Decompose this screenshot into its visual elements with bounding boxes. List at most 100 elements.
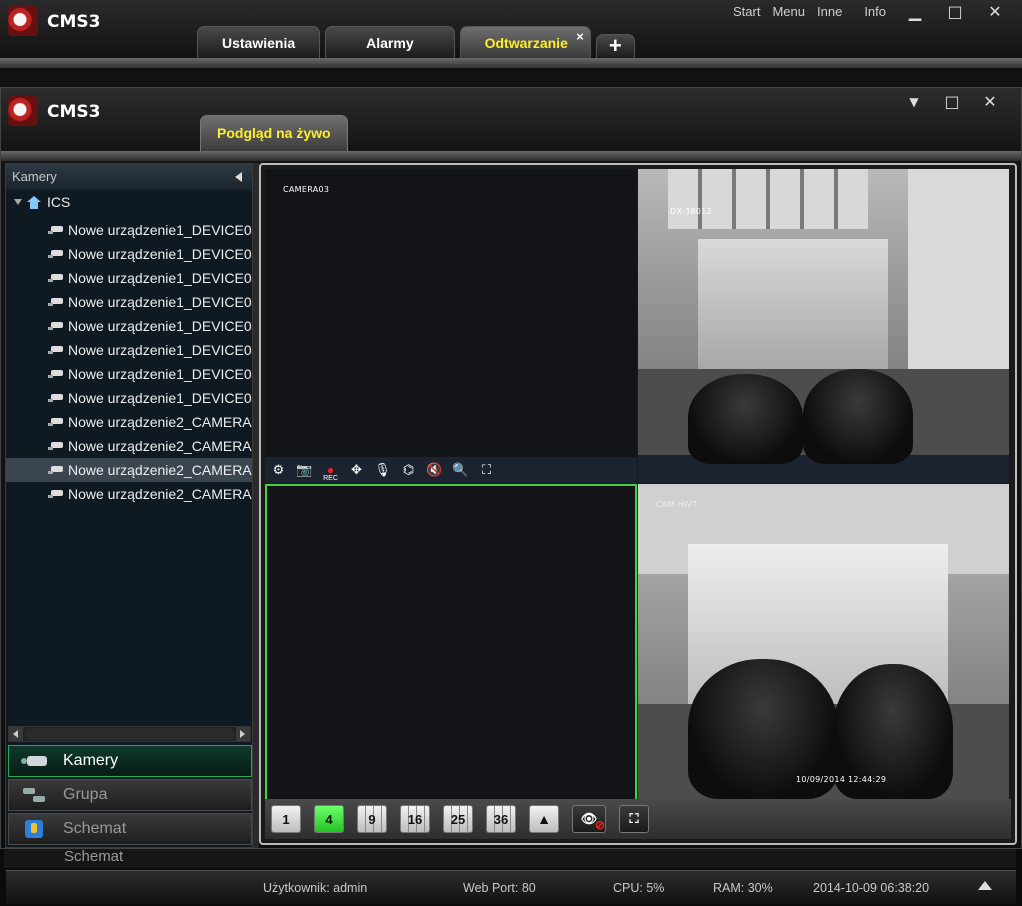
expand-up-icon[interactable]	[978, 881, 992, 890]
preview-window: CMS3 ▼ □ ✕ Podgląd na żywo Kamery ICS No…	[0, 87, 1022, 849]
video-pane-1[interactable]: CAMERA03 ⚙ 📷 ● REC ✥ 🎙 ⌬ 🔇 🔍 ⛶	[265, 169, 637, 483]
close-tab-icon[interactable]: ×	[576, 30, 584, 43]
scroll-left-icon[interactable]	[9, 727, 23, 741]
tree-item-device[interactable]: Nowe urządzenie1_DEVICE08	[6, 386, 252, 410]
fit-screen-icon[interactable]: ⛶	[477, 461, 496, 479]
close-icon[interactable]: ✕	[984, 3, 1006, 21]
zoom-icon[interactable]: 🔍	[451, 461, 470, 479]
tab-alarmy[interactable]: Alarmy	[325, 26, 455, 58]
nav-kamery-label: Kamery	[63, 752, 119, 769]
layout-4-button[interactable]: 4	[314, 805, 344, 833]
status-ram: RAM: 30%	[713, 881, 773, 895]
ptz-icon[interactable]: ✥	[347, 461, 366, 479]
maximize-icon[interactable]: □	[941, 93, 963, 111]
scene-chair	[803, 369, 913, 464]
scene-chair	[688, 374, 803, 464]
camera-icon	[48, 442, 64, 450]
tree-item-label: Nowe urządzenie2_CAMERA02	[68, 438, 252, 454]
tree-item-device[interactable]: Nowe urządzenie1_DEVICE06	[6, 338, 252, 362]
tab-ustawienia[interactable]: Ustawienia	[197, 26, 321, 58]
camera-settings-icon[interactable]: ⌬	[399, 461, 418, 479]
menu-start[interactable]: Start	[733, 4, 760, 19]
dropdown-icon[interactable]: ▼	[903, 93, 925, 111]
nav-schemat[interactable]: Schemat	[8, 813, 252, 845]
close-icon[interactable]: ✕	[979, 93, 1001, 111]
maximize-icon[interactable]: □	[944, 3, 966, 21]
tree-item-device[interactable]: Nowe urządzenie2_CAMERA01	[6, 410, 252, 434]
video-pane-3[interactable]	[265, 484, 637, 801]
menu-inne[interactable]: Inne	[817, 4, 842, 19]
menu-menu[interactable]: Menu	[772, 4, 805, 19]
group-icon	[21, 786, 49, 804]
fullscreen-icon[interactable]: ⛶	[619, 805, 649, 833]
tree-item-label: Nowe urządzenie1_DEVICE02	[68, 246, 252, 262]
camera-icon	[48, 394, 64, 402]
collapse-panel-icon[interactable]	[235, 172, 242, 182]
nav-grupa[interactable]: Grupa	[8, 779, 252, 811]
scene-counter	[698, 239, 888, 369]
top-menu: Start Menu Inne Info	[733, 4, 886, 19]
scroll-thumb[interactable]	[25, 728, 235, 740]
camera-panel: Kamery ICS Nowe urządzenie1_DEVICE01 Nowe…	[5, 163, 253, 848]
close-all-video-icon[interactable]: 👁 ⊘	[572, 805, 606, 833]
tree-item-device[interactable]: Nowe urządzenie1_DEVICE03	[6, 266, 252, 290]
map-icon	[21, 820, 49, 838]
pane-timestamp: 10/09/2014 12:44:29	[796, 775, 887, 784]
stream-icon[interactable]: ⚙	[269, 461, 288, 479]
layout-16-button[interactable]: 16	[400, 805, 430, 833]
tab-odtwarzanie-label: Odtwarzanie	[484, 35, 568, 51]
no-icon: ⊘	[594, 818, 605, 832]
sequence-icon[interactable]: ▲	[529, 805, 559, 833]
menu-info[interactable]: Info	[864, 4, 886, 19]
layout-36-button[interactable]: 36	[486, 805, 516, 833]
status-cpu: CPU: 5%	[613, 881, 665, 895]
camera-icon	[48, 418, 64, 426]
video-grid: CAMERA03 ⚙ 📷 ● REC ✥ 🎙 ⌬ 🔇 🔍 ⛶ DX-38012 …	[259, 163, 1017, 845]
layout-25-button[interactable]: 25	[443, 805, 473, 833]
tree-item-label: Nowe urządzenie1_DEVICE06	[68, 342, 252, 358]
record-icon[interactable]: ● REC	[321, 461, 340, 482]
talk-icon[interactable]: 🎙	[373, 461, 392, 479]
scroll-right-icon[interactable]	[236, 727, 250, 741]
tree-item-label: Nowe urządzenie2_CAMERA01	[68, 414, 252, 430]
main-window-buttons: ▁ □ ✕	[904, 3, 1006, 21]
nav-schemat-label: Schemat	[63, 820, 127, 837]
nav-kamery[interactable]: Kamery	[8, 745, 252, 777]
tree-item-device[interactable]: Nowe urządzenie1_DEVICE02	[6, 242, 252, 266]
tree-item-device[interactable]: Nowe urządzenie1_DEVICE01	[6, 218, 252, 242]
expand-icon[interactable]	[14, 199, 22, 205]
minimize-icon[interactable]: ▁	[904, 3, 926, 21]
nav-schemat-behind: Schemat	[64, 848, 124, 865]
tree-item-device[interactable]: Nowe urządzenie2_CAMERA03	[6, 458, 252, 482]
tree-item-device[interactable]: Nowe urządzenie2_CAMERA04	[6, 482, 252, 506]
panel-header: Kamery	[6, 164, 252, 190]
tree-item-device[interactable]: Nowe urządzenie2_CAMERA02	[6, 434, 252, 458]
camera-icon	[21, 752, 49, 770]
horizontal-scrollbar[interactable]	[8, 726, 251, 742]
video-pane-2[interactable]: DX-38012	[638, 169, 1009, 483]
nav-grupa-label: Grupa	[63, 786, 108, 803]
tree-item-device[interactable]: Nowe urządzenie1_DEVICE05	[6, 314, 252, 338]
snapshot-icon[interactable]: 📷	[295, 461, 314, 479]
layout-1-button[interactable]: 1	[271, 805, 301, 833]
tab-podglad[interactable]: Podgląd na żywo	[200, 115, 348, 151]
panel-header-label: Kamery	[12, 169, 57, 184]
tree-item-label: Nowe urządzenie1_DEVICE04	[68, 294, 252, 310]
tree-item-label: Nowe urządzenie1_DEVICE08	[68, 390, 252, 406]
tree-item-device[interactable]: Nowe urządzenie1_DEVICE04	[6, 290, 252, 314]
layout-toolbar: 1 4 9 16 25 36 ▲ 👁 ⊘ ⛶	[265, 799, 1011, 839]
tree-root[interactable]: ICS	[14, 194, 70, 210]
device-tree: ICS Nowe urządzenie1_DEVICE01 Nowe urządz…	[6, 190, 252, 728]
mute-icon[interactable]: 🔇	[425, 461, 444, 479]
camera-icon	[48, 346, 64, 354]
video-pane-4[interactable]: CAM HIVT 10/09/2014 12:44:29	[638, 484, 1009, 801]
add-tab-button[interactable]: +	[595, 34, 635, 58]
tree-item-device[interactable]: Nowe urządzenie1_DEVICE07	[6, 362, 252, 386]
tab-odtwarzanie[interactable]: Odtwarzanie ×	[459, 26, 591, 58]
app-logo-icon	[8, 96, 38, 126]
tree-item-label: Nowe urządzenie1_DEVICE05	[68, 318, 252, 334]
preview-title: CMS3	[47, 102, 101, 122]
tree-item-label: Nowe urządzenie1_DEVICE01	[68, 222, 252, 238]
tree-item-label: Nowe urządzenie2_CAMERA04	[68, 486, 252, 502]
layout-9-button[interactable]: 9	[357, 805, 387, 833]
